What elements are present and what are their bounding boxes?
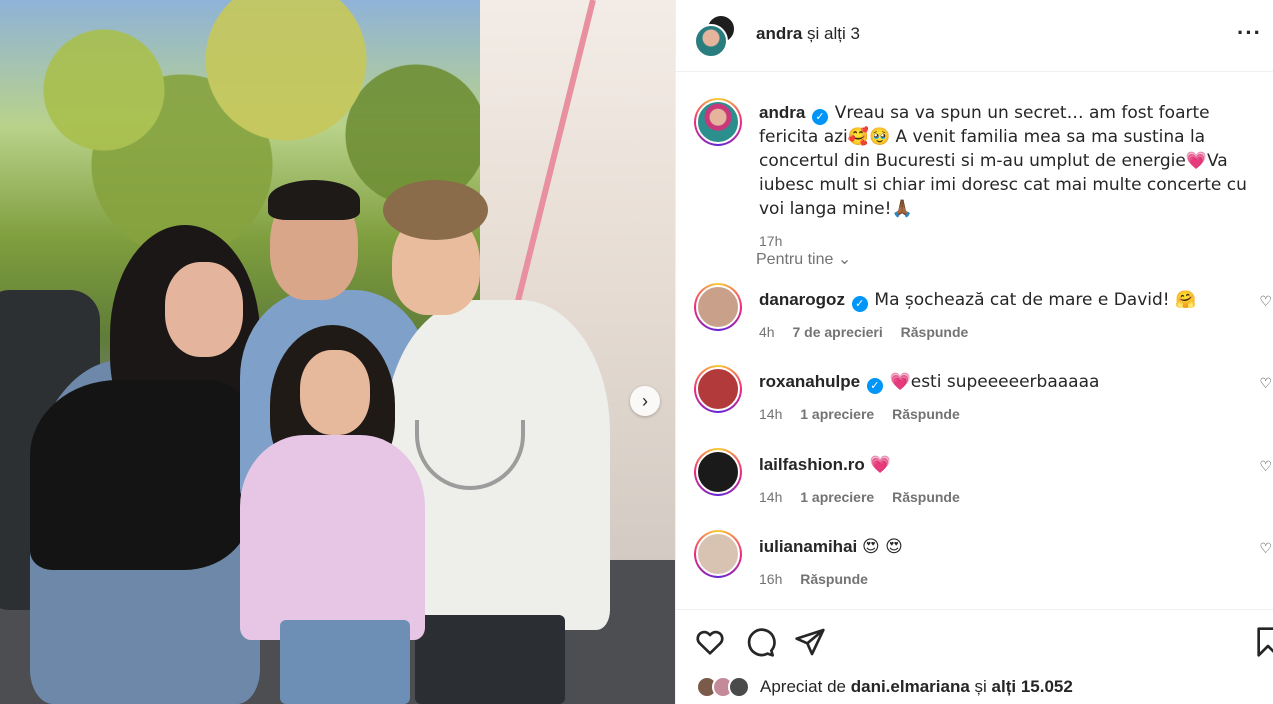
verified-icon: ✓ [812, 109, 829, 125]
author-avatar [694, 24, 728, 58]
comments-scroll[interactable]: andra ✓ Vreau sa va spun un secret… am f… [676, 73, 1273, 609]
comment-icon[interactable] [744, 626, 776, 658]
photo-woman-face [165, 262, 243, 357]
chevron-right-icon: › [642, 390, 648, 411]
comment-username[interactable]: iulianamihai [759, 537, 857, 556]
comment-avatar[interactable] [694, 365, 742, 413]
photo-boy-pants [415, 615, 565, 704]
comment-username[interactable]: lailfashion.ro [759, 455, 865, 474]
comment-likes[interactable]: 1 apreciere [800, 406, 874, 422]
comment-item: lailfashion.ro 💗 14h 1 apreciere Răspund… [676, 448, 1273, 526]
collab-avatars[interactable] [694, 14, 740, 60]
likes-user[interactable]: dani.elmariana [851, 677, 970, 696]
post-photo[interactable]: › [0, 0, 675, 704]
comment-text-line: lailfashion.ro 💗 [759, 455, 891, 475]
likes-prefix: Apreciat de [760, 677, 851, 696]
photo-man-hair [268, 180, 360, 220]
post-detail-pane: andra și alți 3 ··· andra ✓ Vreau sa va … [675, 0, 1273, 704]
comment-meta: 14h 1 apreciere Răspunde [759, 489, 974, 505]
comment-time: 14h [759, 489, 783, 505]
bookmark-icon[interactable] [1252, 626, 1273, 658]
comment-meta: 16h Răspunde [759, 571, 882, 587]
photo-boy-hair [383, 180, 488, 240]
chevron-down-icon: ⌄ [837, 251, 852, 268]
comment-like-heart-icon[interactable]: ♡ [1259, 458, 1272, 475]
post-actions: Apreciat de dani.elmariana și alți 15.05… [676, 609, 1273, 704]
reply-button[interactable]: Răspunde [892, 406, 960, 422]
photo-girl-face [300, 350, 370, 435]
comment-time: 4h [759, 324, 775, 340]
comment-likes[interactable]: 7 de aprecieri [792, 324, 882, 340]
photo-girl-shorts [280, 620, 410, 704]
comment-text: 💗esti supeeeeerbaaaaa [889, 372, 1100, 392]
comment-item: danarogoz ✓ Ma șochează cat de mare e Da… [676, 283, 1273, 361]
likes-others[interactable]: alți 15.052 [992, 677, 1073, 696]
comment-item: iulianamihai 😍 😍 16h Răspunde ♡ [676, 530, 1273, 608]
comment-likes[interactable]: 1 apreciere [800, 489, 874, 505]
comment-text-line: iulianamihai 😍 😍 [759, 537, 903, 557]
likes-summary[interactable]: Apreciat de dani.elmariana și alți 15.05… [696, 676, 1073, 698]
caption-avatar[interactable] [694, 98, 742, 146]
reply-button[interactable]: Răspunde [800, 571, 868, 587]
share-icon[interactable] [794, 626, 826, 658]
caption: andra ✓ Vreau sa va spun un secret… am f… [759, 101, 1259, 253]
author-others[interactable]: și alți 3 [802, 24, 860, 43]
comment-text: Ma șochează cat de mare e David! 🤗 [874, 290, 1197, 310]
comment-like-heart-icon[interactable]: ♡ [1259, 293, 1272, 310]
likes-suffix: și [969, 677, 992, 696]
comment-avatar[interactable] [694, 448, 742, 496]
for-you-filter[interactable]: Pentru tine ⌄ [756, 249, 851, 269]
more-icon[interactable]: ··· [1237, 20, 1262, 46]
caption-username[interactable]: andra [759, 103, 805, 122]
heart-icon[interactable] [694, 626, 726, 658]
next-photo-button[interactable]: › [630, 386, 660, 416]
comment-time: 14h [759, 406, 783, 422]
for-you-label: Pentru tine [756, 251, 834, 268]
photo-woman-jacket [30, 380, 250, 570]
comment-text: 💗 [869, 455, 891, 475]
caption-text: Vreau sa va spun un secret… am fost foar… [759, 103, 1247, 219]
photo-girl-body [240, 435, 425, 640]
comment-username[interactable]: danarogoz [759, 290, 845, 309]
author-username[interactable]: andra [756, 24, 802, 43]
verified-icon: ✓ [866, 377, 883, 394]
comment-like-heart-icon[interactable]: ♡ [1259, 540, 1272, 557]
reply-button[interactable]: Răspunde [892, 489, 960, 505]
comment-text-line: danarogoz ✓ Ma șochează cat de mare e Da… [759, 290, 1196, 312]
likes-text: Apreciat de dani.elmariana și alți 15.05… [760, 677, 1073, 697]
comment-avatar[interactable] [694, 283, 742, 331]
liker-avatar [728, 676, 750, 698]
comment-text-line: roxanahulpe ✓ 💗esti supeeeeerbaaaaa [759, 372, 1099, 394]
comment-time: 16h [759, 571, 783, 587]
comment-text: 😍 😍 [861, 537, 903, 557]
comment-like-heart-icon[interactable]: ♡ [1259, 375, 1272, 392]
comment-item: roxanahulpe ✓ 💗esti supeeeeerbaaaaa 14h … [676, 365, 1273, 443]
comment-avatar[interactable] [694, 530, 742, 578]
post-header: andra și alți 3 ··· [676, 0, 1273, 72]
comment-username[interactable]: roxanahulpe [759, 372, 860, 391]
post-author-line[interactable]: andra și alți 3 [756, 24, 860, 44]
verified-icon: ✓ [851, 295, 868, 312]
reply-button[interactable]: Răspunde [901, 324, 969, 340]
comment-meta: 14h 1 apreciere Răspunde [759, 406, 974, 422]
comment-meta: 4h 7 de aprecieri Răspunde [759, 324, 982, 340]
